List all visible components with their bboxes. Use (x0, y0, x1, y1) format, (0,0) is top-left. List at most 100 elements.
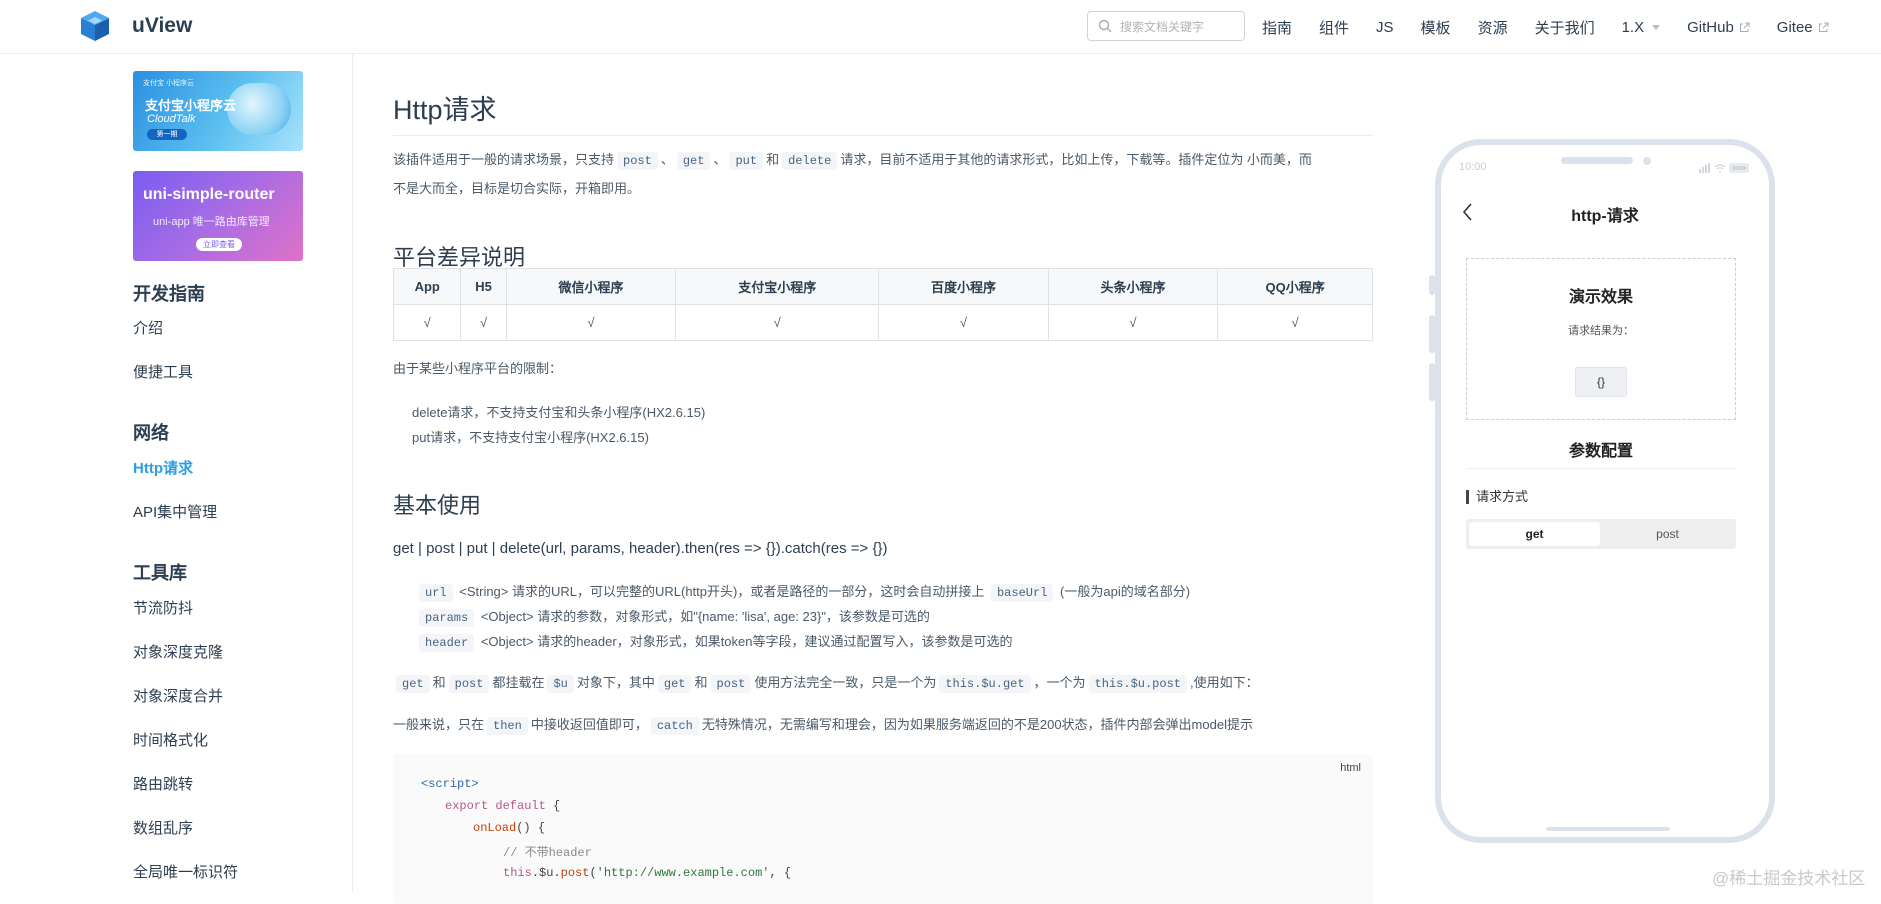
sidebar-item-guid[interactable]: 全局唯一标识符 (133, 861, 238, 882)
table-header: QQ小程序 (1217, 268, 1373, 305)
param-desc: <Object> 请求的参数，对象形式，如"{name: 'lisa', age… (480, 609, 930, 624)
code-token: this (503, 866, 532, 880)
table-header-row: App H5 微信小程序 支付宝小程序 百度小程序 头条小程序 QQ小程序 (392, 268, 1373, 305)
method-option-get[interactable]: get (1469, 522, 1600, 546)
code-catch: catch (650, 717, 699, 735)
phone-home-indicator (1546, 827, 1670, 831)
sidebar-item-intro[interactable]: 介绍 (133, 317, 163, 338)
request-method-label: 请求方式 (1466, 490, 1528, 504)
code-token: ( (589, 866, 597, 880)
phone-status-time: 10:00 (1459, 161, 1487, 173)
code-token: () { (516, 821, 546, 835)
search-box[interactable] (1087, 11, 1245, 41)
intro-text: 该插件适用于一般的请求场景，只支持 (393, 152, 615, 167)
nav-guide[interactable]: 指南 (1262, 17, 1292, 38)
code-line: <script> (421, 777, 479, 791)
alipay-cloud-banner[interactable]: 支付宝 小程序云 支付宝小程序云 CloudTalk 第一期 (133, 71, 303, 151)
banner-title: 支付宝小程序云 (145, 98, 237, 113)
mounted-text: ,使用如下： (1189, 675, 1259, 690)
code-line: // 不带header (503, 846, 592, 860)
table-header: 百度小程序 (878, 268, 1049, 305)
table-header: App (392, 268, 462, 305)
version-label: 1.X (1621, 18, 1645, 36)
table-header: H5 (460, 268, 507, 305)
phone-speaker (1561, 157, 1633, 164)
search-input[interactable] (1118, 17, 1240, 37)
nav-about[interactable]: 关于我们 (1535, 17, 1595, 38)
code-baseurl: baseUrl (990, 584, 1054, 602)
note-text: 中接收返回值即可， (530, 717, 648, 732)
code-token: .$u. (531, 866, 561, 880)
nav-templates[interactable]: 模板 (1421, 17, 1451, 38)
mounted-text: 使用方法完全一致，只是一个为 (754, 675, 937, 690)
table-header: 支付宝小程序 (675, 268, 880, 305)
intro-sep: 和 (766, 152, 780, 167)
phone-side-button (1429, 363, 1435, 401)
uni-simple-router-banner[interactable]: uni-simple-router uni-app 唯一路由库管理 立即查看 (133, 171, 303, 261)
basic-usage-heading: 基本使用 (393, 493, 482, 518)
param-params-row: params <Object> 请求的参数，对象形式，如"{name: 'lis… (416, 606, 930, 627)
code-get: get (676, 152, 711, 170)
banner-button: 立即查看 (196, 238, 242, 251)
nav-gitee[interactable]: Gitee (1777, 19, 1829, 36)
usage-signature: get | post | put | delete(url, params, h… (393, 540, 888, 557)
table-row: √ √ √ √ √ √ √ (392, 304, 1373, 341)
method-option-post[interactable]: post (1602, 522, 1733, 546)
sidebar-group-dev-guide: 开发指南 (133, 284, 205, 304)
then-note-paragraph: 一般来说，只在 then 中接收返回值即可， catch 无特殊情况，无需编写和理会，因… (393, 711, 1375, 740)
banner-subtitle: CloudTalk (147, 113, 196, 125)
phone-side-button (1769, 280, 1775, 350)
sidebar-item-shuffle[interactable]: 数组乱序 (133, 817, 193, 838)
note-text: 一般来说，只在 (393, 717, 485, 732)
github-label: GitHub (1687, 18, 1734, 36)
banner-small-text: 支付宝 小程序云 (143, 80, 194, 87)
code-post: post (617, 152, 658, 170)
code-get: get (657, 675, 692, 693)
sidebar-item-deepclone[interactable]: 对象深度克隆 (133, 641, 223, 662)
param-desc: (一般为api的域名部分) (1060, 584, 1191, 599)
sidebar-item-timeformat[interactable]: 时间格式化 (133, 729, 208, 750)
uview-logo-icon[interactable] (78, 9, 112, 43)
sidebar-group-utils: 工具库 (133, 563, 187, 583)
sidebar-item-throttle[interactable]: 节流防抖 (133, 597, 193, 618)
mounted-text: 和 (694, 675, 708, 690)
intro-sep: 、 (660, 152, 674, 167)
external-link-icon (1818, 22, 1829, 32)
table-cell: √ (505, 304, 677, 341)
table-header: 头条小程序 (1047, 268, 1219, 305)
code-token: , { (769, 866, 792, 880)
page-title: Http请求 (393, 88, 1373, 136)
code-post: post (710, 675, 752, 693)
sidebar-item-api[interactable]: API集中管理 (133, 501, 217, 522)
code-post: post (448, 675, 490, 693)
brand-name[interactable]: uView (132, 14, 192, 38)
table-cell: √ (392, 304, 462, 341)
table-cell: √ (1217, 304, 1373, 341)
sidebar-item-route[interactable]: 路由跳转 (133, 773, 193, 794)
code-line: export default { (445, 799, 560, 813)
note-text: 无特殊情况，无需编写和理会，因为如果服务端返回的不是200状态，插件内部会弹出m… (701, 717, 1253, 732)
nav-js[interactable]: JS (1376, 19, 1394, 36)
sidebar-item-http[interactable]: Http请求 (133, 457, 193, 478)
chevron-down-icon (1652, 24, 1661, 30)
code-block: html <script> export default { onLoad() … (393, 754, 1373, 904)
nav-resources[interactable]: 资源 (1478, 17, 1508, 38)
demo-result-value: {} (1575, 367, 1627, 397)
code-put: put (729, 152, 764, 170)
code-token: onLoad (473, 821, 517, 835)
mounted-text: 都挂载在 (492, 675, 545, 690)
mounted-text: ，一个为 (1033, 675, 1086, 690)
nav-github[interactable]: GitHub (1687, 19, 1750, 36)
version-dropdown[interactable]: 1.X (1622, 19, 1661, 36)
sidebar-group-network: 网络 (133, 423, 169, 443)
sidebar-item-deepmerge[interactable]: 对象深度合并 (133, 685, 223, 706)
mounted-text: 对象下，其中 (576, 675, 655, 690)
param-desc: <Object> 请求的header，对象形式，如果token等字段，建议通过配… (480, 634, 1013, 649)
intro-text: 请求，目前不适用于其他的请求形式，比如上传，下载等。插件定位为 小而美，而 (840, 152, 1312, 167)
nav-components[interactable]: 组件 (1319, 17, 1349, 38)
config-title: 参数配置 (1466, 437, 1736, 469)
sidebar-item-tools[interactable]: 便捷工具 (133, 361, 193, 382)
table-header: 微信小程序 (505, 268, 677, 305)
gitee-label: Gitee (1776, 18, 1813, 36)
list-item: put请求，不支持支付宝小程序(HX2.6.15) (412, 430, 649, 445)
